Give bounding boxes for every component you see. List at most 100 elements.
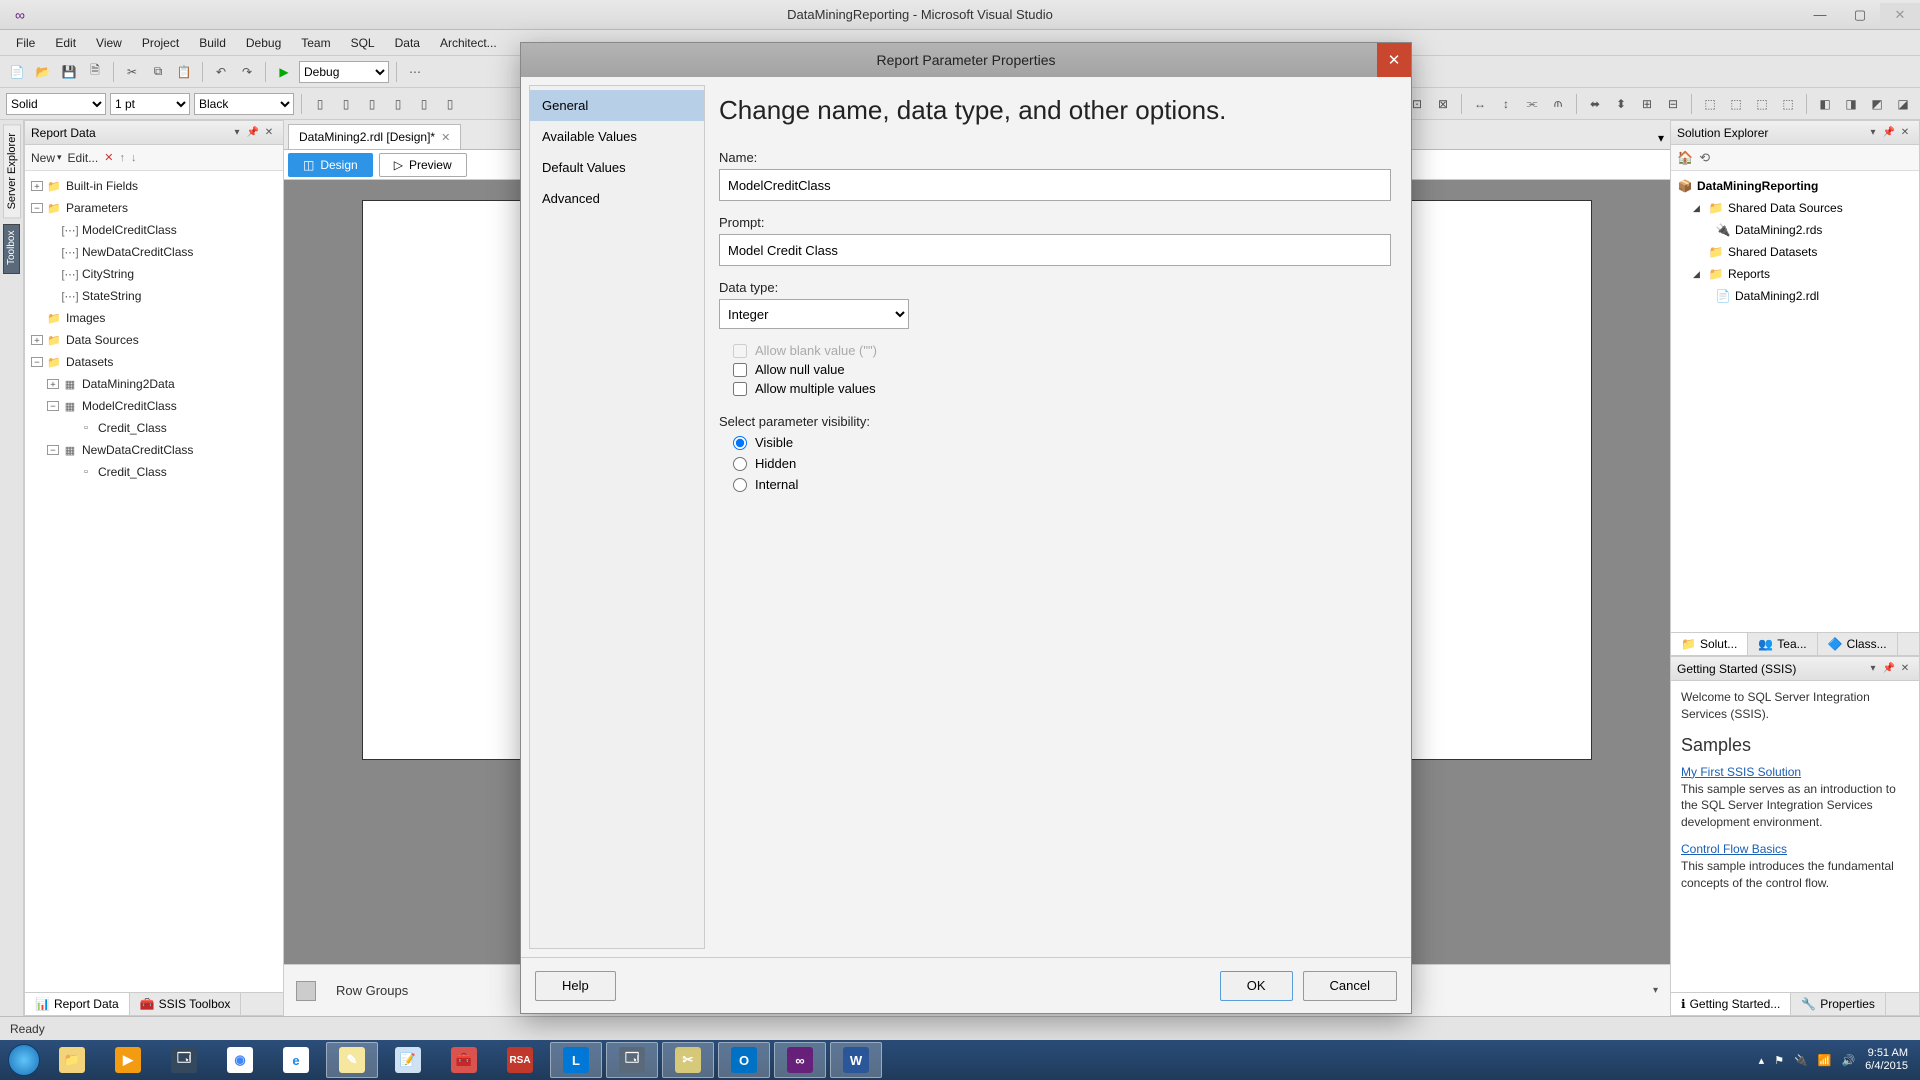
layout-icon[interactable]: ⬚ xyxy=(1777,93,1799,115)
name-input[interactable] xyxy=(719,169,1391,201)
taskbar-app[interactable]: 🧰 xyxy=(438,1042,490,1078)
home-icon[interactable]: 🏠 xyxy=(1677,150,1693,166)
tab-team[interactable]: 👥Tea... xyxy=(1748,633,1817,655)
align-icon[interactable]: ▯ xyxy=(413,93,435,115)
tree-ds2-field[interactable]: ▫Credit_Class xyxy=(25,417,283,439)
solution-root[interactable]: 📦DataMiningReporting xyxy=(1671,175,1919,197)
tree-ds3[interactable]: −▦NewDataCreditClass xyxy=(25,439,283,461)
start-icon[interactable]: ▶ xyxy=(273,61,295,83)
taskbar-app[interactable]: ✂ xyxy=(662,1042,714,1078)
tree-builtins[interactable]: +📁Built-in Fields xyxy=(25,175,283,197)
tray-clock[interactable]: 9:51 AM 6/4/2015 xyxy=(1865,1047,1908,1073)
tree-parameters[interactable]: −📁Parameters xyxy=(25,197,283,219)
tab-properties[interactable]: 🔧Properties xyxy=(1791,993,1886,1015)
panel-close-icon[interactable]: ✕ xyxy=(261,125,277,141)
tab-getting-started[interactable]: ℹGetting Started... xyxy=(1671,993,1791,1015)
tree-datasources[interactable]: +📁Data Sources xyxy=(25,329,283,351)
align-icon[interactable]: ▯ xyxy=(439,93,461,115)
menu-build[interactable]: Build xyxy=(189,33,236,53)
pin-icon[interactable]: 📌 xyxy=(1881,661,1897,677)
taskbar-lync[interactable]: L xyxy=(550,1042,602,1078)
layout-icon[interactable]: ⊞ xyxy=(1636,93,1658,115)
panel-close-icon[interactable]: ✕ xyxy=(1897,661,1913,677)
taskbar-media[interactable]: ▶ xyxy=(102,1042,154,1078)
doc-tab-dropdown-icon[interactable]: ▾ xyxy=(1658,131,1664,145)
taskbar-rsa[interactable]: RSA xyxy=(494,1042,546,1078)
taskbar-app[interactable]: 🗔 xyxy=(606,1042,658,1078)
cancel-button[interactable]: Cancel xyxy=(1303,971,1397,1001)
redo-icon[interactable]: ↷ xyxy=(236,61,258,83)
edit-button[interactable]: Edit... xyxy=(68,151,99,165)
layout-icon[interactable]: ⊟ xyxy=(1662,93,1684,115)
allow-null-checkbox[interactable] xyxy=(733,363,747,377)
align-icon[interactable]: ▯ xyxy=(361,93,383,115)
tree-param4[interactable]: [⋯]StateString xyxy=(25,285,283,307)
taskbar-ie[interactable]: e xyxy=(270,1042,322,1078)
toolbox-tab[interactable]: Toolbox xyxy=(3,224,20,274)
gs-link-control-flow[interactable]: Control Flow Basics xyxy=(1681,842,1787,856)
menu-team[interactable]: Team xyxy=(291,33,340,53)
menu-sql[interactable]: SQL xyxy=(341,33,385,53)
taskbar-notepad[interactable]: 📝 xyxy=(382,1042,434,1078)
panel-close-icon[interactable]: ✕ xyxy=(1897,125,1913,141)
panel-dropdown-icon[interactable]: ▾ xyxy=(1865,661,1881,677)
prompt-input[interactable] xyxy=(719,234,1391,266)
maximize-button[interactable]: ▢ xyxy=(1840,3,1880,27)
doc-tab[interactable]: DataMining2.rdl [Design]* ✕ xyxy=(288,124,461,149)
close-window-button[interactable]: ✕ xyxy=(1880,3,1920,27)
taskbar-explorer[interactable]: 📁 xyxy=(46,1042,98,1078)
color-select[interactable]: Black xyxy=(194,93,294,115)
menu-file[interactable]: File xyxy=(6,33,45,53)
new-project-icon[interactable]: 📄 xyxy=(6,61,28,83)
layout-icon[interactable]: ⬚ xyxy=(1725,93,1747,115)
layout-icon[interactable]: ↕ xyxy=(1495,93,1517,115)
allow-multi-checkbox[interactable] xyxy=(733,382,747,396)
layout-icon[interactable]: ⬌ xyxy=(1584,93,1606,115)
move-up-icon[interactable]: ↑ xyxy=(119,152,125,164)
align-icon[interactable]: ▯ xyxy=(335,93,357,115)
align-icon[interactable]: ▯ xyxy=(387,93,409,115)
taskbar-app[interactable]: 🗔 xyxy=(158,1042,210,1078)
tab-solution[interactable]: 📁Solut... xyxy=(1671,633,1748,655)
delete-icon[interactable]: ✕ xyxy=(104,151,113,164)
tool-icon[interactable]: ⋯ xyxy=(404,61,426,83)
tray-volume-icon[interactable]: 🔊 xyxy=(1841,1054,1855,1067)
shared-data-sources[interactable]: ◢📁Shared Data Sources xyxy=(1671,197,1919,219)
refresh-icon[interactable]: ⟲ xyxy=(1699,150,1710,166)
layout-icon[interactable]: ⬚ xyxy=(1751,93,1773,115)
tree-datasets[interactable]: −📁Datasets xyxy=(25,351,283,373)
tray-power-icon[interactable]: 🔌 xyxy=(1794,1054,1808,1067)
nav-general[interactable]: General xyxy=(530,90,704,121)
taskbar-word[interactable]: W xyxy=(830,1042,882,1078)
layout-icon[interactable]: ⊠ xyxy=(1432,93,1454,115)
minimize-button[interactable]: — xyxy=(1800,3,1840,27)
tree-ds2[interactable]: −▦ModelCreditClass xyxy=(25,395,283,417)
save-all-icon[interactable]: 🗎 xyxy=(84,61,106,83)
taskbar-chrome[interactable]: ◉ xyxy=(214,1042,266,1078)
tab-ssis-toolbox[interactable]: 🧰SSIS Toolbox xyxy=(130,993,242,1015)
tray-flag-icon[interactable]: ⚑ xyxy=(1774,1054,1784,1067)
tab-report-data[interactable]: 📊Report Data xyxy=(25,993,130,1015)
align-left-icon[interactable]: ▯ xyxy=(309,93,331,115)
menu-debug[interactable]: Debug xyxy=(236,33,291,53)
undo-icon[interactable]: ↶ xyxy=(210,61,232,83)
copy-icon[interactable]: ⧉ xyxy=(147,61,169,83)
tree-ds3-field[interactable]: ▫Credit_Class xyxy=(25,461,283,483)
help-button[interactable]: Help xyxy=(535,971,616,1001)
tree-ds1[interactable]: +▦DataMining2Data xyxy=(25,373,283,395)
design-tab[interactable]: ◫Design xyxy=(288,153,373,177)
layout-icon[interactable]: ◨ xyxy=(1840,93,1862,115)
tree-param3[interactable]: [⋯]CityString xyxy=(25,263,283,285)
server-explorer-tab[interactable]: Server Explorer xyxy=(3,124,21,218)
paste-icon[interactable]: 📋 xyxy=(173,61,195,83)
menu-edit[interactable]: Edit xyxy=(45,33,86,53)
nav-available-values[interactable]: Available Values xyxy=(530,121,704,152)
dialog-close-button[interactable]: ✕ xyxy=(1377,43,1411,77)
start-button[interactable] xyxy=(4,1040,44,1080)
visibility-hidden-radio[interactable] xyxy=(733,457,747,471)
new-dropdown[interactable]: New ▾ xyxy=(31,151,62,165)
nav-advanced[interactable]: Advanced xyxy=(530,183,704,214)
tray-network-icon[interactable]: 📶 xyxy=(1818,1054,1832,1067)
close-tab-icon[interactable]: ✕ xyxy=(441,131,450,144)
pin-icon[interactable]: 📌 xyxy=(1881,125,1897,141)
